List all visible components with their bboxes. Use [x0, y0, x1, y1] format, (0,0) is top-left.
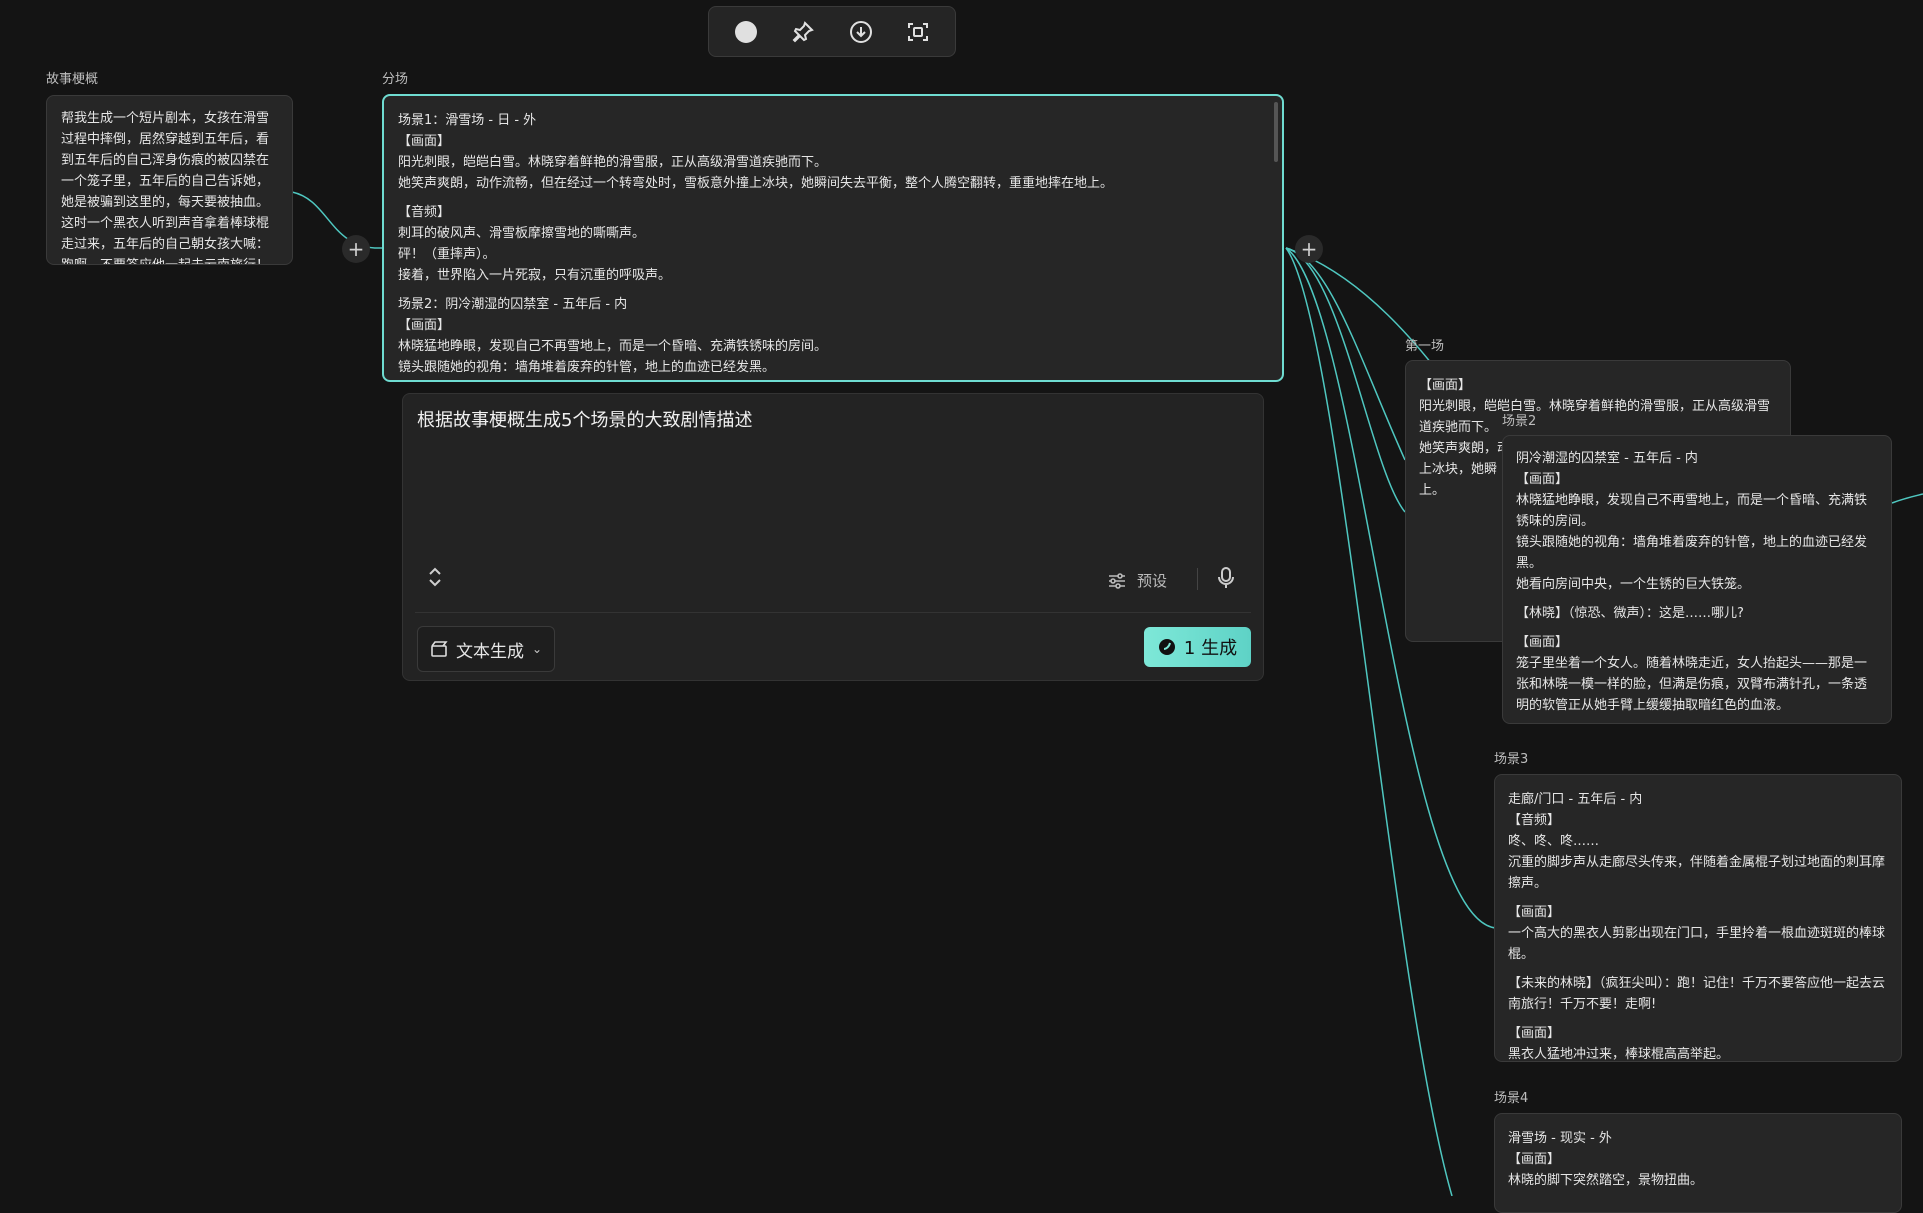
edge-scene2-out	[1891, 493, 1923, 504]
prompt-panel: 根据故事梗概生成5个场景的大致剧情描述 预设 文本生成 ⌄ 1 生成	[402, 393, 1264, 681]
chevron-down-icon: ⌄	[532, 642, 543, 656]
mode-select[interactable]: 文本生成 ⌄	[417, 626, 556, 672]
scene4-card[interactable]: 滑雪场 - 现实 - 外【画面】林晓的脚下突然踏空，景物扭曲。	[1494, 1113, 1902, 1213]
canvas-toolbar	[708, 6, 956, 57]
prompt-input[interactable]: 根据故事梗概生成5个场景的大致剧情描述	[417, 406, 752, 432]
line-gap	[1508, 894, 1888, 902]
download-icon	[849, 20, 872, 43]
scene4-label: 场景4	[1494, 1091, 1529, 1106]
text-line: 镜头跟随她的视角：墙角堆着废弃的针管，地上的血迹已经发黑。	[398, 360, 776, 375]
scenes-card[interactable]: 场景1：滑雪场 - 日 - 外【画面】阳光刺眼，皑皑白雪。林晓穿着鲜艳的滑雪服，…	[382, 94, 1284, 382]
scene3-text: 走廊/门口 - 五年后 - 内【音频】咚、咚、咚…… 沉重的脚步声从走廊尽头传来，…	[1508, 789, 1888, 1062]
scene3-label: 场景3	[1494, 752, 1529, 767]
line-gap	[1508, 965, 1888, 973]
text-line: 场景2：阴冷潮湿的囚禁室 - 五年后 - 内	[398, 297, 628, 312]
scene2-label: 场景2	[1502, 414, 1537, 429]
text-line: 她笑声爽朗，动作流畅，但在经过一个转弯处时，雪板意外撞上冰块，她瞬间失去平衡，整…	[398, 176, 1114, 191]
outline-text: 帮我生成一个短片剧本，女孩在滑雪过程中摔倒，居然穿越到五年后，看到五年后的自己浑…	[61, 111, 270, 264]
line-gap	[1516, 624, 1878, 632]
text-line: 刺耳的破风声、滑雪板摩擦雪地的嘶嘶声。	[398, 226, 646, 241]
text-line: 【画面】	[398, 134, 451, 149]
text-line: 阳光刺眼，皑皑白雪。林晓穿着鲜艳的滑雪服，正从高级滑雪道疾驰而下。	[1419, 399, 1771, 435]
scene2-card[interactable]: 阴冷潮湿的囚禁室 - 五年后 - 内【画面】林晓猛地睁眼，发现自己不再雪地上，而…	[1502, 435, 1892, 724]
text-line: 接着，世界陷入一片死寂，只有沉重的呼吸声。	[398, 268, 672, 283]
mic-icon	[1218, 567, 1234, 588]
scenes-text: 场景1：滑雪场 - 日 - 外【画面】阳光刺眼，皑皑白雪。林晓穿着鲜艳的滑雪服，…	[398, 110, 1268, 378]
scenes-label: 分场	[382, 72, 409, 87]
line-gap	[1508, 1015, 1888, 1023]
line-gap	[398, 286, 1268, 294]
line-gap	[398, 194, 1268, 202]
text-line: 【未来的林晓】（疯狂尖叫）：跑！记住！千万不要答应他一起去云南旅行！千万不要！走…	[1508, 976, 1886, 1012]
text-line: 【画面】	[1516, 472, 1569, 487]
text-line: 【画面】	[398, 318, 451, 333]
text-line: 林晓猛地睁眼，发现自己不再雪地上，而是一个昏暗、充满铁锈味的房间。	[398, 339, 828, 354]
text-line: 镜头跟随她的视角：墙角堆着废弃的针管，地上的血迹已经发黑。	[1516, 535, 1868, 571]
outline-card[interactable]: 帮我生成一个短片剧本，女孩在滑雪过程中摔倒，居然穿越到五年后，看到五年后的自己浑…	[46, 95, 293, 265]
generate-button[interactable]: 1 生成	[1144, 627, 1251, 667]
record-button[interactable]	[728, 14, 764, 50]
preset-button[interactable]: 预设	[1107, 570, 1167, 591]
text-line: 【画面】	[1516, 635, 1569, 650]
line-gap	[1516, 595, 1878, 603]
edge-scenes-to-scene1b	[1285, 247, 1406, 513]
download-button[interactable]	[843, 14, 879, 50]
text-line: 【画面】	[1508, 1026, 1561, 1041]
preset-label: 预设	[1137, 572, 1168, 590]
generate-label: 1 生成	[1183, 638, 1238, 659]
pin-icon	[792, 20, 815, 42]
sliders-icon	[1109, 572, 1125, 589]
pin-button[interactable]	[785, 14, 821, 50]
text-line: 场景1：滑雪场 - 日 - 外	[398, 113, 537, 128]
text-line: 林晓的脚下突然踏空，景物扭曲。	[1508, 1173, 1704, 1188]
mode-label: 文本生成	[456, 641, 524, 662]
screenshot-button[interactable]	[900, 14, 936, 50]
add-node-button[interactable]: +	[342, 235, 370, 263]
text-line: 【林晓】（惊恐、微声）：这是……哪儿?	[1516, 606, 1744, 621]
scene2-text: 阴冷潮湿的囚禁室 - 五年后 - 内【画面】林晓猛地睁眼，发现自己不再雪地上，而…	[1516, 448, 1878, 716]
text-line: 阴冷潮湿的囚禁室 - 五年后 - 内	[1516, 451, 1698, 466]
text-line: 滑雪场 - 现实 - 外	[1508, 1131, 1612, 1146]
outline-label: 故事梗概	[46, 72, 99, 87]
scrollbar[interactable]	[1274, 102, 1278, 162]
scene1-label: 第一场	[1405, 339, 1445, 354]
text-line: 沉重的脚步声从走廊尽头传来，伴随着金属棍子划过地面的刺耳摩擦声。	[1508, 855, 1886, 891]
plus-icon: +	[1300, 237, 1318, 261]
text-line: 砰！（重摔声）。	[398, 247, 496, 262]
separator	[415, 612, 1251, 613]
credit-icon	[1158, 639, 1175, 655]
text-line: 咚、咚、咚……	[1508, 834, 1600, 849]
text-line: 【音频】	[1508, 813, 1561, 828]
scene4-text: 滑雪场 - 现实 - 外【画面】林晓的脚下突然踏空，景物扭曲。	[1508, 1128, 1888, 1191]
text-line: 【画面】	[1508, 905, 1561, 920]
mic-button[interactable]	[1217, 566, 1235, 594]
text-line: 一个高大的黑衣人剪影出现在门口，手里拎着一根血迹斑斑的棒球棍。	[1508, 926, 1886, 962]
text-line: 黑衣人猛地冲过来，棒球棍高高举起。	[1508, 1047, 1730, 1062]
text-line: 林晓猛地睁眼，发现自己不再雪地上，而是一个昏暗、充满铁锈味的房间。	[1516, 493, 1868, 529]
circle-icon	[734, 20, 757, 43]
text-line: 【音频】	[398, 205, 451, 220]
clapper-icon	[431, 641, 448, 657]
text-line: 阳光刺眼，皑皑白雪。林晓穿着鲜艳的滑雪服，正从高级滑雪道疾驰而下。	[398, 155, 828, 170]
edge-outline-to-scenes	[291, 191, 383, 249]
screenshot-icon	[908, 22, 929, 41]
text-line: 笼子里坐着一个女人。随着林晓走近，女人抬起头——那是一张和林晓一模一样的脸，但满…	[1516, 656, 1868, 713]
add-node-button-right[interactable]: +	[1295, 235, 1323, 263]
text-line: 【画面】	[1419, 378, 1472, 393]
scene3-card[interactable]: 走廊/门口 - 五年后 - 内【音频】咚、咚、咚…… 沉重的脚步声从走廊尽头传来，…	[1494, 774, 1902, 1062]
plus-icon: +	[347, 237, 365, 261]
text-line: 走廊/门口 - 五年后 - 内	[1508, 792, 1643, 807]
text-line: 她看向房间中央，一个生锈的巨大铁笼。	[1516, 577, 1751, 592]
expand-icon[interactable]	[427, 566, 443, 592]
text-line: 【画面】	[1508, 1152, 1561, 1167]
divider	[1197, 568, 1198, 590]
